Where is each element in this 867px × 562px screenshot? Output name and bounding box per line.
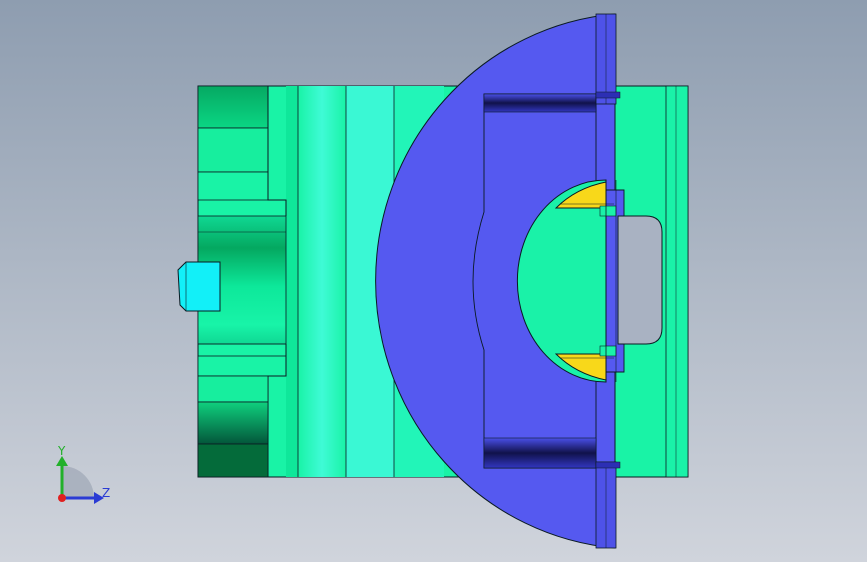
flange-notch-bottom [595,461,621,469]
cyan-knob-part[interactable] [177,261,221,312]
lower-gradient-block [197,401,269,445]
flange-notch-top [595,91,621,99]
y-axis-label: Y [57,444,66,458]
green-band-2 [298,86,346,477]
upper-slot [483,93,597,113]
upper-block [197,127,269,173]
top-dark-block [197,85,269,129]
pin-top [599,205,617,217]
lower-step [197,355,287,377]
bottom-dark-block [197,443,269,478]
right-strip [665,85,689,478]
lower-slot [483,437,597,469]
lower-block [197,375,269,403]
z-axis-label: Z [102,486,110,500]
pin-bottom [599,345,617,357]
green-band-1 [286,86,298,477]
origin-dot [58,494,66,502]
upper-step [197,171,269,201]
window-cutout [617,215,663,345]
cad-viewport[interactable]: Y Z [0,0,867,562]
